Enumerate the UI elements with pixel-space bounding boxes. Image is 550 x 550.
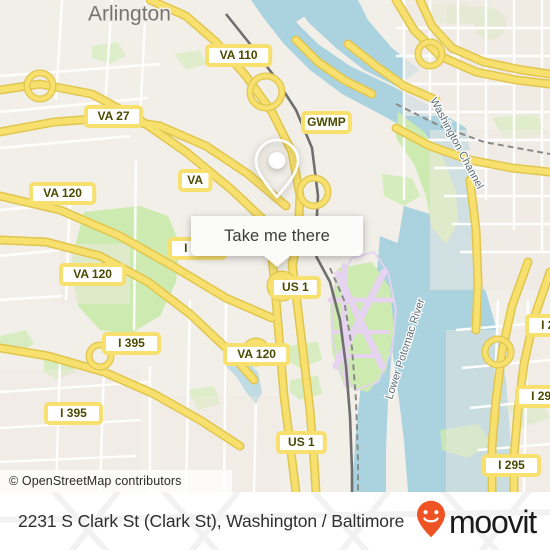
shield-us-1-a: US 1 bbox=[270, 276, 321, 299]
svg-text:US 1: US 1 bbox=[282, 280, 309, 294]
svg-text:I 295: I 295 bbox=[531, 389, 550, 403]
take-me-there-button[interactable]: Take me there bbox=[191, 216, 363, 256]
shield-i-295-a: I 295 bbox=[525, 314, 550, 337]
svg-text:I 295: I 295 bbox=[541, 318, 550, 332]
shield-i-295-c: I 295 bbox=[482, 454, 541, 477]
location-title: 2231 S Clark St (Clark St), Washington /… bbox=[18, 510, 405, 531]
svg-text:VA 120: VA 120 bbox=[237, 347, 276, 361]
map-pin-icon bbox=[250, 136, 304, 202]
svg-text:I 395: I 395 bbox=[118, 336, 145, 350]
shield-va-120-a: VA 120 bbox=[29, 182, 97, 205]
osm-attribution[interactable]: © OpenStreetMap contributors bbox=[0, 470, 232, 492]
moovit-map-screenshot: Arlington Washington Channel Lower Potom… bbox=[0, 0, 550, 550]
take-me-there-label: Take me there bbox=[224, 226, 330, 245]
shield-va-120-c: VA 120 bbox=[223, 343, 291, 366]
svg-text:I 395: I 395 bbox=[60, 406, 87, 420]
shield-i-395-c: I 395 bbox=[44, 402, 103, 425]
moovit-smiley-pin-icon bbox=[416, 500, 446, 543]
popup-pointer bbox=[264, 256, 290, 267]
footer-bar: 2231 S Clark St (Clark St), Washington /… bbox=[0, 492, 550, 550]
svg-text:VA 120: VA 120 bbox=[73, 267, 112, 281]
moovit-wordmark: moovit bbox=[448, 504, 537, 540]
popup-header bbox=[191, 122, 363, 216]
map-label-Arlington: Arlington bbox=[88, 2, 171, 25]
shield-us-1-b: US 1 bbox=[276, 431, 327, 454]
shield-va-110: VA 110 bbox=[205, 44, 273, 67]
attribution-text: © OpenStreetMap contributors bbox=[9, 474, 182, 488]
shield-va-27: VA 27 bbox=[84, 105, 143, 128]
svg-text:VA 27: VA 27 bbox=[97, 109, 129, 123]
svg-text:US 1: US 1 bbox=[288, 435, 315, 449]
shield-va-120-b: VA 120 bbox=[59, 263, 127, 286]
svg-text:VA 110: VA 110 bbox=[220, 48, 258, 62]
moovit-logo[interactable]: moovit bbox=[416, 500, 537, 543]
shield-i-295-b: I 295 bbox=[515, 385, 550, 408]
svg-text:VA 120: VA 120 bbox=[43, 186, 82, 200]
shield-i-395-b: I 395 bbox=[102, 332, 161, 355]
svg-text:I 295: I 295 bbox=[498, 458, 525, 472]
location-popup[interactable]: Take me there bbox=[191, 122, 363, 267]
